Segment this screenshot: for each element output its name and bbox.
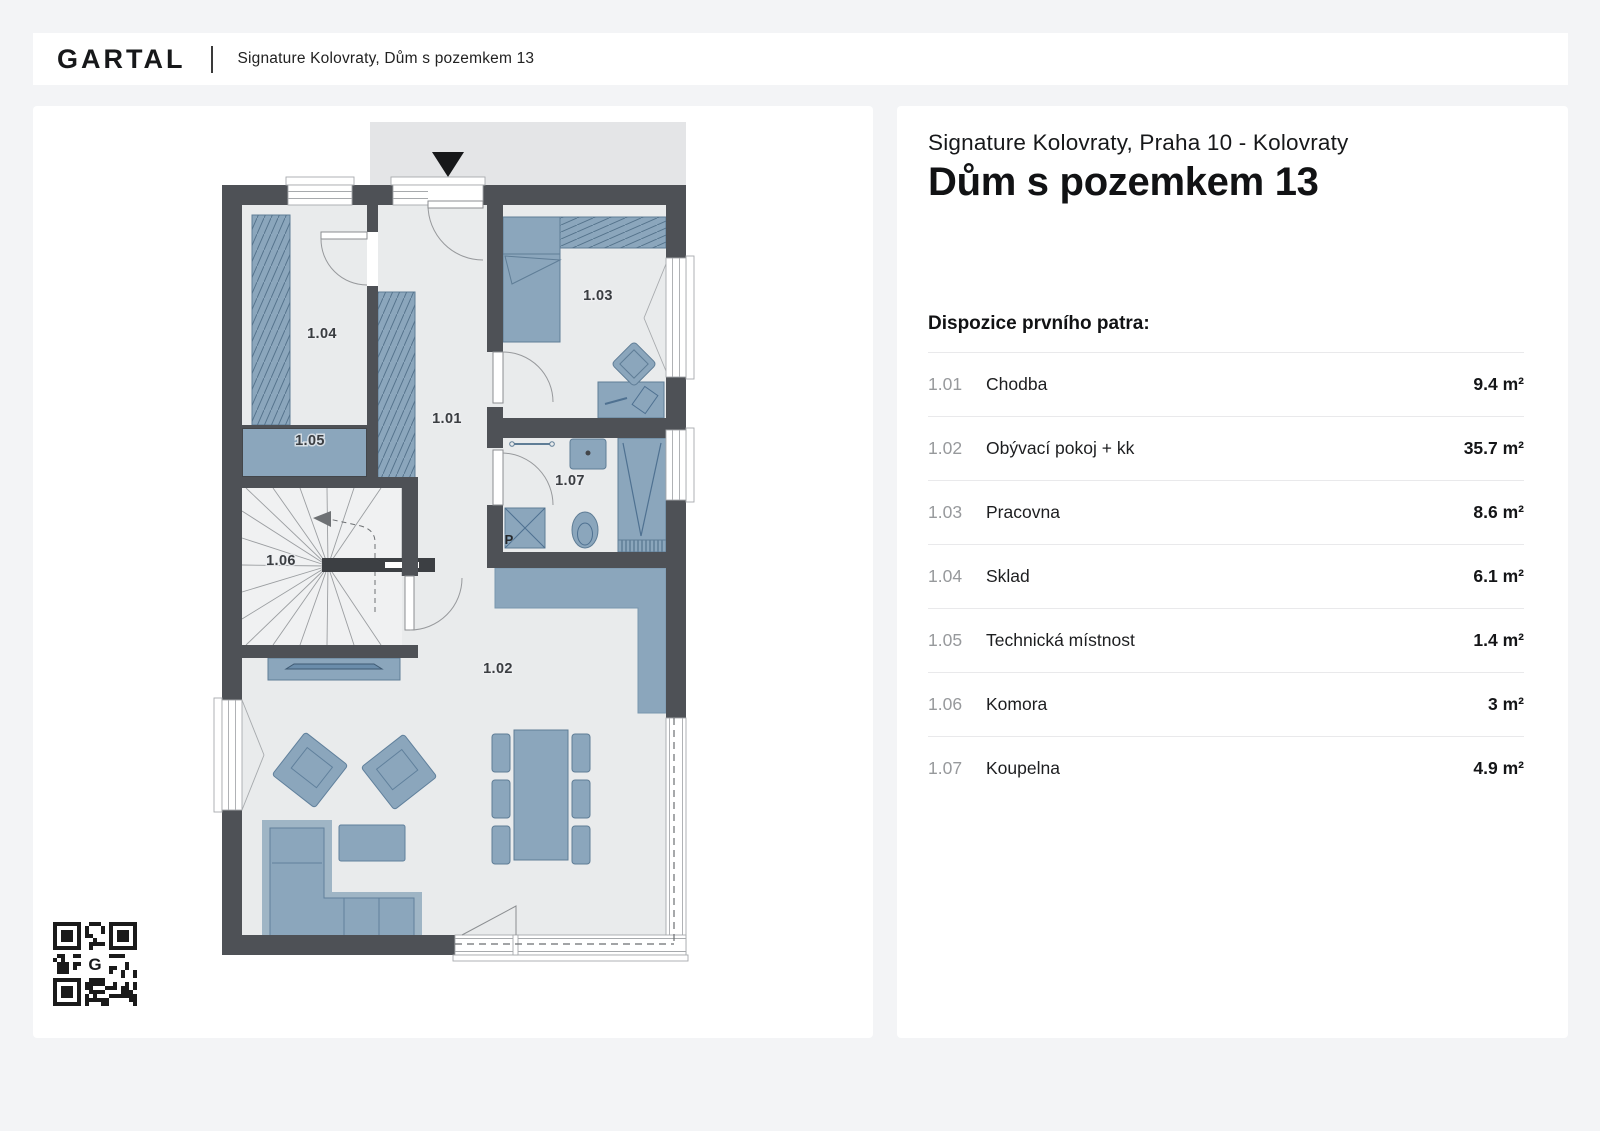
header-bar: GARTAL Signature Kolovraty, Dům s pozemk… xyxy=(33,33,1568,85)
page-title: Dům s pozemkem 13 xyxy=(928,160,1319,205)
room-name: Koupelna xyxy=(986,758,1473,779)
wardrobe-hallway xyxy=(378,292,415,478)
room-label-living: 1.02 xyxy=(483,661,513,677)
room-code: 1.05 xyxy=(928,630,986,651)
room-name: Pracovna xyxy=(986,502,1473,523)
room-label-hall: 1.01 xyxy=(432,411,462,427)
room-area: 4.9 m² xyxy=(1473,758,1524,779)
room-area: 1.4 m² xyxy=(1473,630,1524,651)
room-area: 9.4 m² xyxy=(1473,374,1524,395)
room-name: Technická místnost xyxy=(986,630,1473,651)
room-code: 1.01 xyxy=(928,374,986,395)
room-name: Chodba xyxy=(986,374,1473,395)
wardrobe-storage-room xyxy=(252,215,290,425)
room-label-stairs: 1.06 xyxy=(266,553,296,569)
room-label-technical: 1.05 xyxy=(295,433,325,449)
room-area: 8.6 m² xyxy=(1473,502,1524,523)
room-label-study: 1.03 xyxy=(583,288,613,304)
room-name: Obývací pokoj + kk xyxy=(986,438,1464,459)
qr-code: G xyxy=(53,922,137,1006)
shower xyxy=(618,438,666,552)
coffee-table xyxy=(339,825,405,861)
brand-logo: GARTAL xyxy=(57,44,185,75)
details-card: Signature Kolovraty, Praha 10 - Kolovrat… xyxy=(897,106,1568,1038)
room-label-storage: 1.04 xyxy=(307,326,337,342)
room-code: 1.02 xyxy=(928,438,986,459)
room-area: 6.1 m² xyxy=(1473,566,1524,587)
table-row: 1.04 Sklad 6.1 m² xyxy=(928,544,1524,608)
toilet xyxy=(572,512,598,548)
room-name: Sklad xyxy=(986,566,1473,587)
stair-railing xyxy=(322,558,435,572)
table-row: 1.06 Komora 3 m² xyxy=(928,672,1524,736)
section-heading: Dispozice prvního patra: xyxy=(928,313,1150,335)
washer-label: P xyxy=(505,532,514,547)
sink xyxy=(570,439,606,469)
room-area: 35.7 m² xyxy=(1464,438,1524,459)
floor-plan: 1.01 1.02 1.03 1.04 1.05 1.06 1.07 P xyxy=(33,106,873,1038)
table-row: 1.03 Pracovna 8.6 m² xyxy=(928,480,1524,544)
room-area: 3 m² xyxy=(1488,694,1524,715)
header-divider xyxy=(211,46,213,73)
room-label-bathroom: 1.07 xyxy=(555,473,585,489)
room-code: 1.03 xyxy=(928,502,986,523)
header-subtitle: Signature Kolovraty, Dům s pozemkem 13 xyxy=(237,50,534,68)
dining-set xyxy=(492,730,590,864)
wardrobe-study xyxy=(560,217,666,248)
room-code: 1.06 xyxy=(928,694,986,715)
table-row: 1.05 Technická místnost 1.4 m² xyxy=(928,608,1524,672)
table-row: 1.07 Koupelna 4.9 m² xyxy=(928,736,1524,800)
floorplan-card: 1.01 1.02 1.03 1.04 1.05 1.06 1.07 P G xyxy=(33,106,873,1038)
project-location: Signature Kolovraty, Praha 10 - Kolovrat… xyxy=(928,130,1349,156)
table-row: 1.02 Obývací pokoj + kk 35.7 m² xyxy=(928,416,1524,480)
bed xyxy=(503,217,560,342)
room-code: 1.04 xyxy=(928,566,986,587)
room-name: Komora xyxy=(986,694,1488,715)
room-code: 1.07 xyxy=(928,758,986,779)
desk xyxy=(598,382,664,418)
sideboard-tv xyxy=(268,658,400,680)
room-table: 1.01 Chodba 9.4 m² 1.02 Obývací pokoj + … xyxy=(928,352,1524,800)
qr-center-letter: G xyxy=(88,955,101,974)
table-row: 1.01 Chodba 9.4 m² xyxy=(928,352,1524,416)
